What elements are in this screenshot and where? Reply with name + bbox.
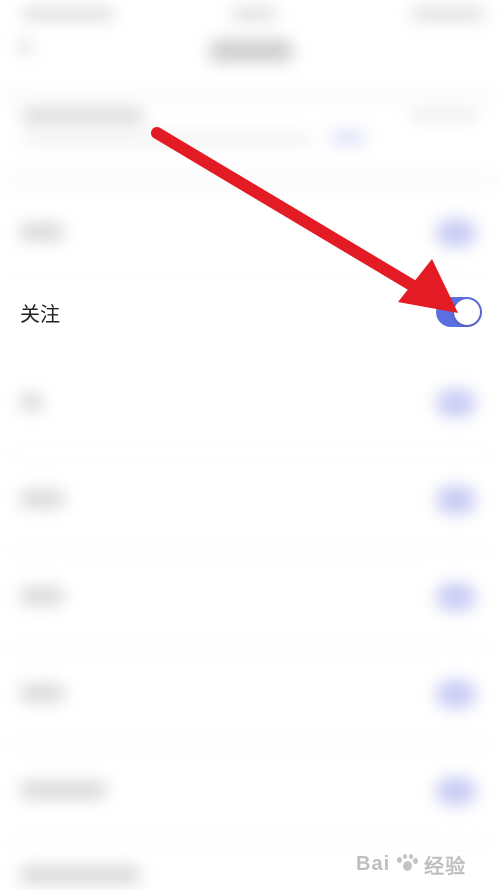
- status-carrier-block: [22, 8, 114, 20]
- watermark: Bai 经验: [356, 848, 492, 880]
- top-card-right-block: [410, 110, 478, 120]
- blurred-background: [0, 0, 500, 890]
- back-arrow-icon: [18, 40, 32, 54]
- page-title-block: [210, 40, 292, 62]
- watermark-suffix: 经验: [424, 855, 467, 878]
- row-label-block: [20, 490, 64, 508]
- row-label-block: [20, 223, 64, 241]
- row-label-block: [20, 684, 64, 702]
- row-toggle-blob: [436, 219, 476, 247]
- baidu-paw-icon: [396, 853, 419, 875]
- section-divider: [0, 175, 500, 185]
- settings-row: [0, 452, 500, 551]
- row-toggle-blob: [436, 389, 476, 417]
- top-card-title-block: [22, 108, 144, 124]
- top-card-link-block: [330, 133, 366, 143]
- follow-label: 关注: [20, 302, 60, 326]
- toggle-knob: [454, 299, 480, 325]
- status-bar: [0, 0, 500, 28]
- settings-row: [0, 355, 500, 454]
- follow-toggle[interactable]: [436, 297, 482, 327]
- row-label-block: [20, 393, 42, 411]
- row-label-block: [20, 866, 140, 884]
- top-card-sub-block: [22, 135, 312, 143]
- status-time-block: [232, 8, 276, 20]
- header-divider: [0, 92, 500, 100]
- settings-row: [0, 549, 500, 648]
- row-toggle-blob: [436, 583, 476, 611]
- row-toggle-blob: [436, 777, 476, 805]
- watermark-brand: Bai: [356, 852, 391, 875]
- settings-row: [0, 185, 500, 284]
- follow-setting-row: 关注: [0, 280, 500, 350]
- row-label-block: [20, 587, 64, 605]
- settings-row: [0, 646, 500, 745]
- row-toggle-blob: [436, 680, 476, 708]
- row-label-block: [20, 781, 106, 799]
- row-toggle-blob: [436, 486, 476, 514]
- settings-row: [0, 743, 500, 842]
- status-battery-block: [412, 8, 484, 20]
